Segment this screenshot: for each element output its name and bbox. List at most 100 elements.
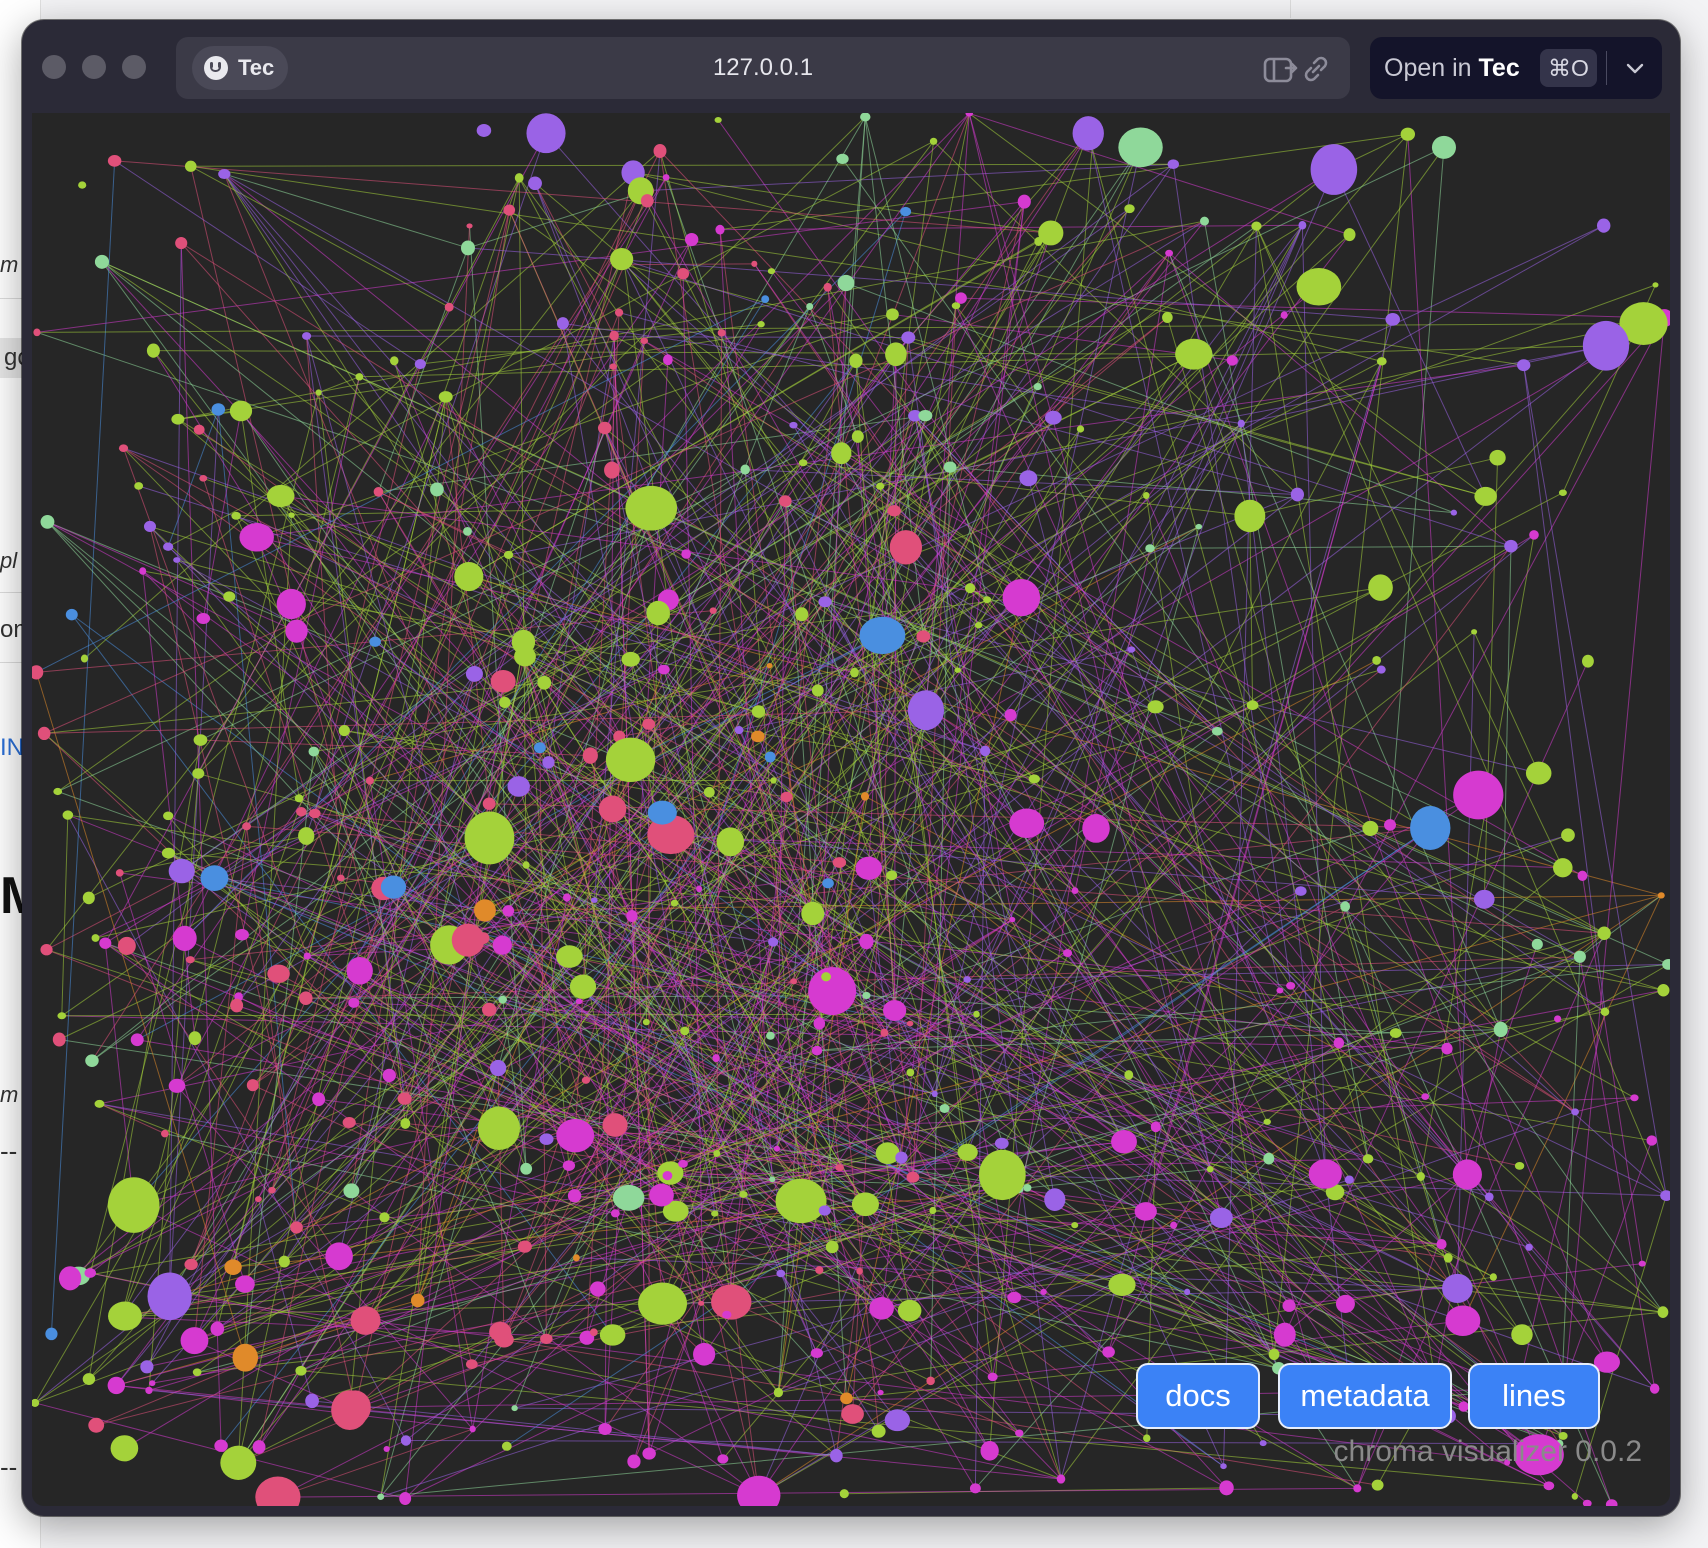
embedding-point[interactable] xyxy=(1290,487,1305,502)
embedding-point[interactable] xyxy=(288,512,295,518)
embedding-point[interactable] xyxy=(856,1267,863,1275)
zoom-window-button[interactable] xyxy=(122,55,146,79)
embedding-point[interactable] xyxy=(677,267,690,280)
embedding-point[interactable] xyxy=(492,935,512,955)
embedding-point[interactable] xyxy=(964,583,976,594)
embedding-point[interactable] xyxy=(1543,1481,1555,1491)
embedding-point[interactable] xyxy=(1162,311,1173,323)
embedding-point[interactable] xyxy=(1571,1108,1579,1116)
embedding-point[interactable] xyxy=(383,1446,390,1452)
embedding-point[interactable] xyxy=(780,791,793,803)
embedding-point[interactable] xyxy=(815,1266,824,1275)
embedding-point[interactable] xyxy=(1389,1028,1402,1038)
embedding-point[interactable] xyxy=(795,607,809,622)
embedding-point[interactable] xyxy=(115,869,124,877)
address-bar[interactable]: 127.0.0.1 Tec xyxy=(176,37,1350,99)
embedding-point[interactable] xyxy=(1209,1207,1233,1228)
embedding-point[interactable] xyxy=(117,936,136,955)
embedding-point[interactable] xyxy=(627,1454,641,1469)
embedding-point[interactable] xyxy=(642,718,656,730)
embedding-point[interactable] xyxy=(65,608,78,621)
profile-pill[interactable]: Tec xyxy=(192,46,289,90)
embedding-point[interactable] xyxy=(460,240,475,256)
embedding-point[interactable] xyxy=(1525,761,1552,785)
embedding-point[interactable] xyxy=(621,651,640,667)
embedding-point[interactable] xyxy=(1263,1118,1271,1125)
embedding-point[interactable] xyxy=(40,515,55,529)
embedding-point[interactable] xyxy=(1561,828,1575,842)
embedding-point[interactable] xyxy=(581,1076,591,1084)
embedding-point[interactable] xyxy=(841,1404,864,1424)
embedding-point[interactable] xyxy=(757,321,765,328)
embedding-point[interactable] xyxy=(268,1186,276,1194)
embedding-point[interactable] xyxy=(57,1012,67,1020)
embedding-point[interactable] xyxy=(980,745,991,757)
embedding-point[interactable] xyxy=(1333,1037,1345,1049)
embedding-point[interactable] xyxy=(193,734,208,746)
embedding-point[interactable] xyxy=(231,511,241,520)
embedding-point[interactable] xyxy=(806,302,814,310)
embedding-point[interactable] xyxy=(1362,820,1379,836)
embedding-point[interactable] xyxy=(835,1164,844,1172)
embedding-point[interactable] xyxy=(614,308,624,317)
embedding-point[interactable] xyxy=(1525,1243,1533,1251)
embedding-point[interactable] xyxy=(954,667,962,673)
embedding-point[interactable] xyxy=(542,756,555,769)
embedding-point[interactable] xyxy=(377,1493,385,1500)
embedding-point[interactable] xyxy=(739,1191,748,1198)
embedding-point[interactable] xyxy=(678,1159,688,1168)
embedding-point[interactable] xyxy=(1226,355,1238,366)
embedding-point[interactable] xyxy=(184,1258,198,1271)
embedding-point[interactable] xyxy=(490,669,516,693)
embedding-point[interactable] xyxy=(211,403,226,416)
embedding-point[interactable] xyxy=(1453,770,1504,820)
embedding-point[interactable] xyxy=(773,1387,784,1398)
embedding-point[interactable] xyxy=(1170,1221,1178,1229)
embedding-point[interactable] xyxy=(556,317,569,330)
embedding-point[interactable] xyxy=(539,1133,554,1145)
embedding-point[interactable] xyxy=(717,329,726,337)
embedding-point[interactable] xyxy=(296,806,307,817)
embedding-point[interactable] xyxy=(761,295,770,304)
embedding-point[interactable] xyxy=(33,328,41,337)
embedding-point[interactable] xyxy=(589,1328,598,1337)
embedding-point[interactable] xyxy=(1220,1463,1227,1470)
embedding-point[interactable] xyxy=(931,1090,938,1098)
embedding-point[interactable] xyxy=(1436,1238,1447,1250)
embedding-point[interactable] xyxy=(339,1390,371,1425)
embedding-point[interactable] xyxy=(1028,774,1040,784)
embedding-point[interactable] xyxy=(295,1365,307,1376)
embedding-point[interactable] xyxy=(1298,221,1307,230)
embedding-point[interactable] xyxy=(469,1425,476,1433)
embedding-point[interactable] xyxy=(267,964,290,983)
embedding-point[interactable] xyxy=(612,1184,645,1211)
embedding-point[interactable] xyxy=(464,811,515,865)
embedding-point[interactable] xyxy=(575,998,583,1005)
embedding-point[interactable] xyxy=(399,1492,412,1506)
embedding-point[interactable] xyxy=(769,1176,776,1183)
embedding-point[interactable] xyxy=(348,997,360,1008)
embedding-point[interactable] xyxy=(346,956,373,985)
visualizer-canvas[interactable]: docs metadata lines chroma visualizer 0.… xyxy=(32,113,1670,1506)
embedding-point[interactable] xyxy=(465,665,483,682)
embedding-point[interactable] xyxy=(766,662,773,669)
embedding-point[interactable] xyxy=(503,204,516,216)
embedding-point[interactable] xyxy=(474,899,496,922)
embedding-point[interactable] xyxy=(107,1376,126,1395)
embedding-point[interactable] xyxy=(139,567,147,575)
embedding-point[interactable] xyxy=(476,123,492,137)
embedding-point[interactable] xyxy=(255,1476,301,1506)
embedding-point[interactable] xyxy=(160,1129,169,1138)
embedding-point[interactable] xyxy=(489,1059,507,1077)
embedding-point[interactable] xyxy=(897,1299,922,1322)
embedding-point[interactable] xyxy=(302,332,312,340)
embedding-point[interactable] xyxy=(871,1424,886,1438)
docs-button[interactable]: docs xyxy=(1136,1363,1260,1429)
embedding-point[interactable] xyxy=(569,974,597,999)
embedding-point[interactable] xyxy=(906,1068,915,1077)
embedding-point[interactable] xyxy=(78,181,87,189)
embedding-point[interactable] xyxy=(1573,950,1586,963)
embedding-point[interactable] xyxy=(1234,499,1266,533)
embedding-point[interactable] xyxy=(1344,1175,1354,1184)
embedding-point[interactable] xyxy=(1184,1288,1191,1296)
